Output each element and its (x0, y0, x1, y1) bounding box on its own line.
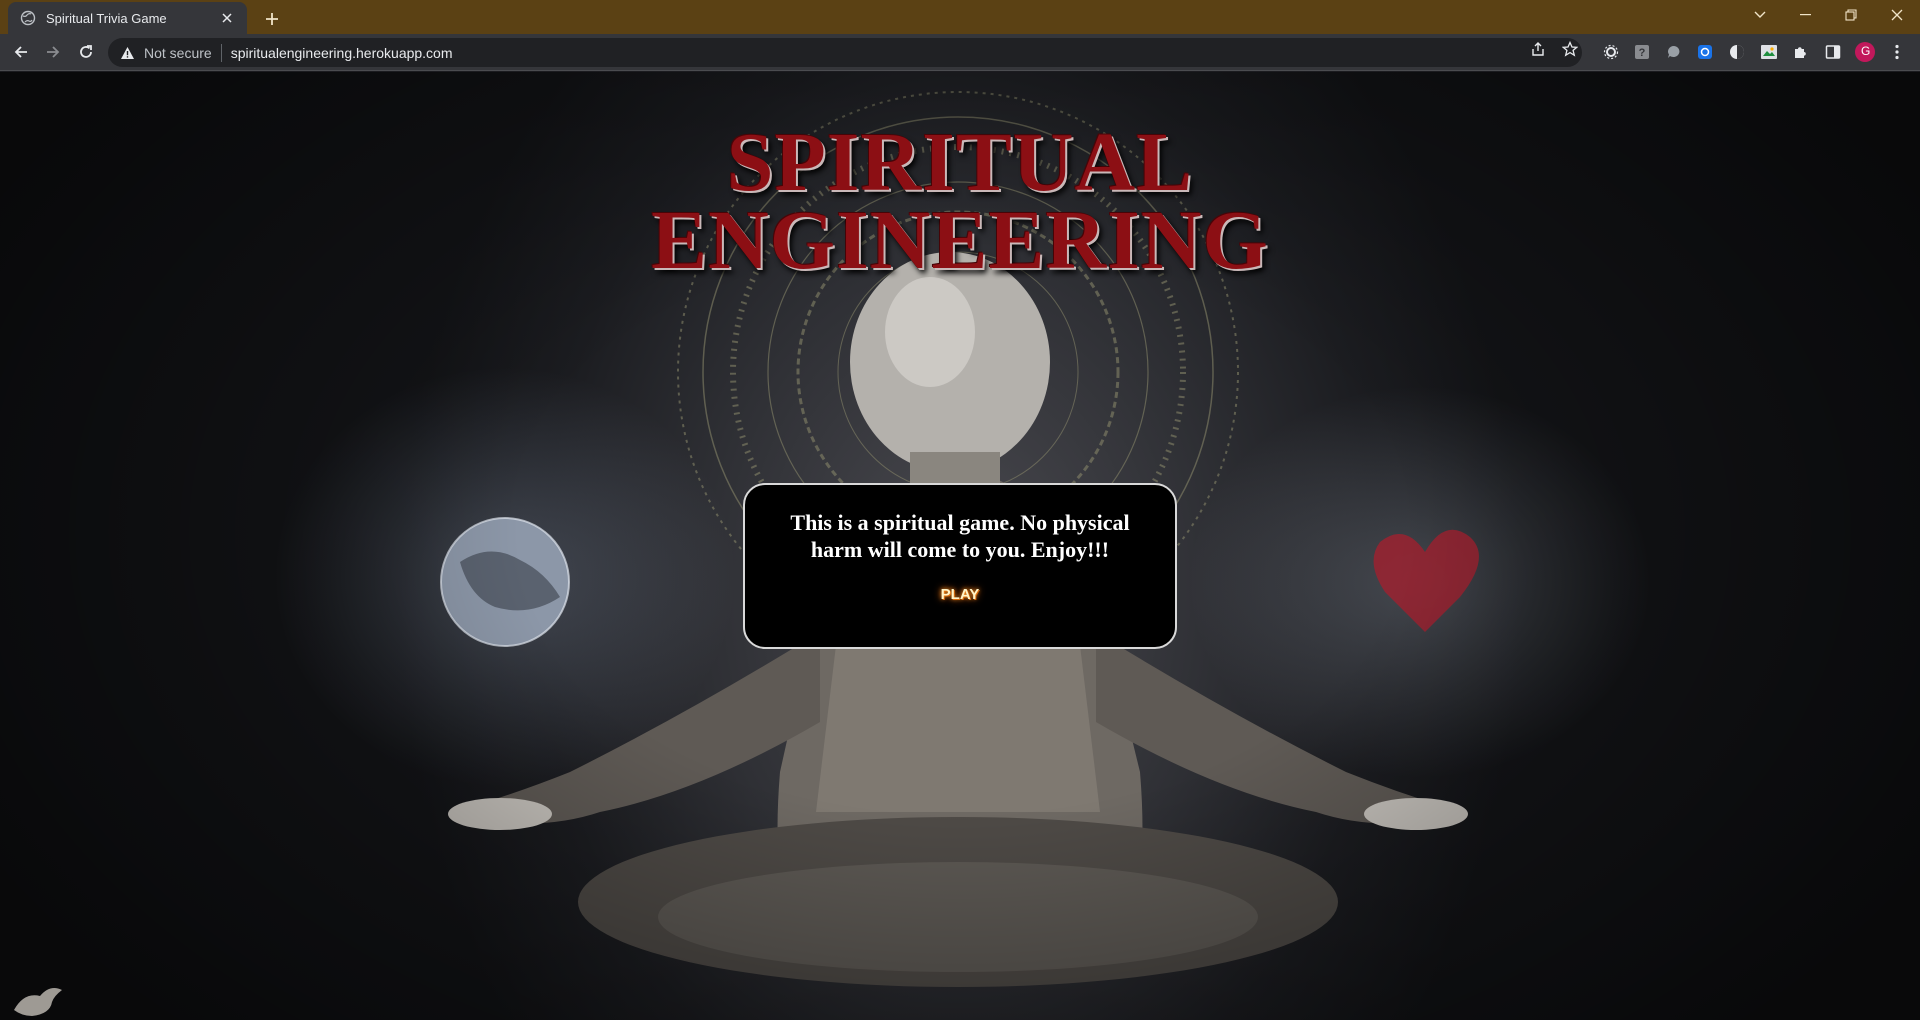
warning-icon[interactable] (120, 45, 136, 61)
svg-text:?: ? (1639, 47, 1646, 59)
forward-button[interactable] (39, 38, 67, 66)
address-bar[interactable]: Not secure spiritualengineering.herokuap… (108, 38, 1582, 67)
security-label[interactable]: Not secure (144, 45, 212, 61)
minimize-button[interactable] (1782, 0, 1828, 30)
browser-toolbar: Not secure spiritualengineering.herokuap… (0, 34, 1920, 71)
close-window-button[interactable] (1874, 0, 1920, 30)
reload-button[interactable] (72, 38, 100, 66)
share-icon[interactable] (1529, 40, 1547, 58)
page-viewport: SPIRITUAL ENGINEERING This is a spiritua… (0, 72, 1920, 1020)
play-button[interactable]: PLAY (941, 586, 980, 603)
tab-search-icon[interactable] (1737, 0, 1783, 30)
intro-message: This is a spiritual game. No physical ha… (790, 510, 1130, 562)
profile-initial: G (1861, 44, 1871, 58)
browser-tab[interactable]: Spiritual Trivia Game (8, 2, 247, 34)
bookmark-star-icon[interactable] (1561, 40, 1579, 58)
extensions-puzzle-icon[interactable] (1791, 42, 1811, 62)
extension-circle-icon[interactable] (1727, 42, 1747, 62)
tab-strip: Spiritual Trivia Game (0, 0, 1920, 34)
title-line-2: ENGINEERING (651, 194, 1269, 287)
tab-close-icon[interactable] (217, 8, 237, 28)
title-line-1: SPIRITUAL (726, 116, 1194, 209)
dove-logo-icon (14, 988, 62, 1016)
extension-image-icon[interactable] (1759, 42, 1779, 62)
new-tab-button[interactable] (258, 5, 286, 33)
side-panel-icon[interactable] (1823, 42, 1843, 62)
extension-blue-icon[interactable] (1695, 42, 1715, 62)
globe-icon (20, 10, 36, 26)
intro-modal: This is a spiritual game. No physical ha… (743, 483, 1177, 649)
url-text[interactable]: spiritualengineering.herokuapp.com (231, 45, 453, 61)
extension-help-icon[interactable]: ? (1632, 42, 1652, 62)
extension-chat-icon[interactable] (1664, 42, 1684, 62)
back-button[interactable] (7, 38, 35, 66)
menu-kebab-icon[interactable] (1887, 42, 1907, 62)
game-title: SPIRITUAL ENGINEERING (560, 116, 1360, 287)
extension-gear-icon[interactable] (1601, 42, 1621, 62)
address-separator (220, 43, 222, 62)
tab-title: Spiritual Trivia Game (46, 10, 167, 26)
restore-button[interactable] (1828, 0, 1874, 30)
